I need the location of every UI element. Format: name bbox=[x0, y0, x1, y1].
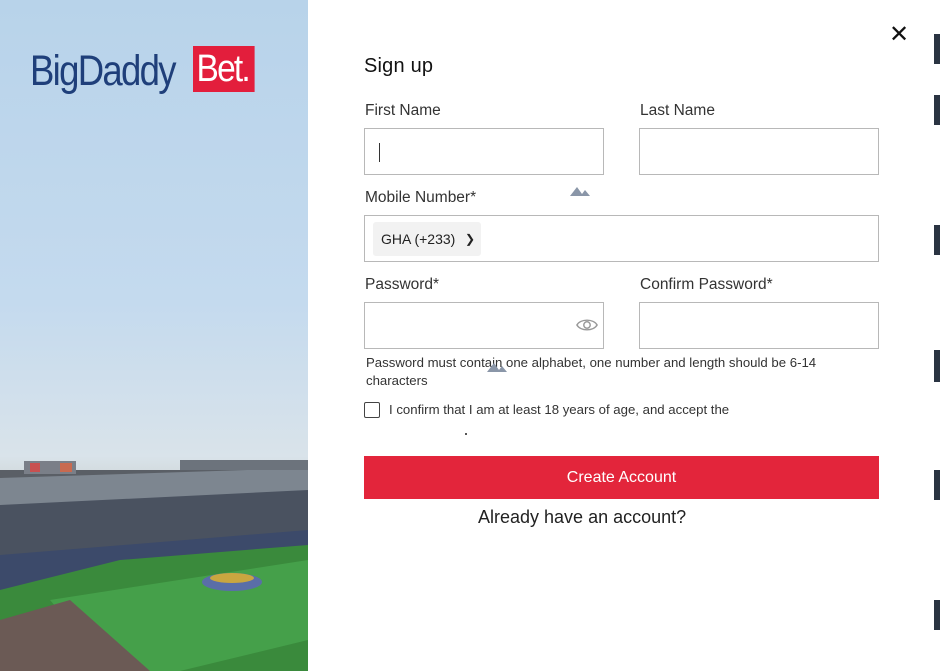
mobile-number-input[interactable]: GHA (+233) ❯ bbox=[364, 215, 879, 262]
close-icon[interactable]: ✕ bbox=[888, 23, 910, 47]
cursor-artifact-icon-2 bbox=[487, 363, 507, 372]
confirm-password-label: Confirm Password* bbox=[640, 276, 773, 293]
chevron-down-icon: ❯ bbox=[464, 232, 475, 246]
background-edge bbox=[934, 0, 940, 671]
age-confirm-label: I confirm that I am at least 18 years of… bbox=[389, 402, 730, 417]
cursor-artifact-icon bbox=[570, 187, 590, 196]
dot-artifact bbox=[465, 433, 467, 435]
form-title: Sign up bbox=[364, 55, 434, 77]
password-input[interactable] bbox=[364, 302, 604, 349]
password-hint: Password must contain one alphabet, one … bbox=[366, 355, 817, 388]
confirm-password-input[interactable] bbox=[639, 302, 879, 349]
first-name-label: First Name bbox=[365, 102, 441, 119]
hero-panel: BigDaddy Bet. bbox=[0, 0, 308, 671]
login-link[interactable]: Already have an account? bbox=[478, 507, 686, 528]
mobile-number-label: Mobile Number* bbox=[365, 189, 477, 206]
last-name-label: Last Name bbox=[640, 102, 715, 119]
text-cursor bbox=[379, 143, 380, 162]
stadium-image bbox=[0, 460, 308, 671]
country-code-select[interactable]: GHA (+233) ❯ bbox=[373, 222, 481, 256]
eye-icon[interactable] bbox=[576, 314, 598, 336]
create-account-button[interactable]: Create Account bbox=[364, 456, 879, 499]
brand-logo: BigDaddy Bet. bbox=[30, 42, 255, 100]
first-name-input[interactable] bbox=[364, 128, 604, 175]
logo-text-bigdaddy: BigDaddy bbox=[30, 46, 177, 95]
password-label: Password* bbox=[365, 276, 440, 293]
last-name-input[interactable] bbox=[639, 128, 879, 175]
age-confirm-checkbox[interactable] bbox=[364, 402, 380, 418]
logo-text-bet: Bet. bbox=[193, 46, 255, 92]
country-code-value: GHA (+233) bbox=[381, 231, 456, 247]
